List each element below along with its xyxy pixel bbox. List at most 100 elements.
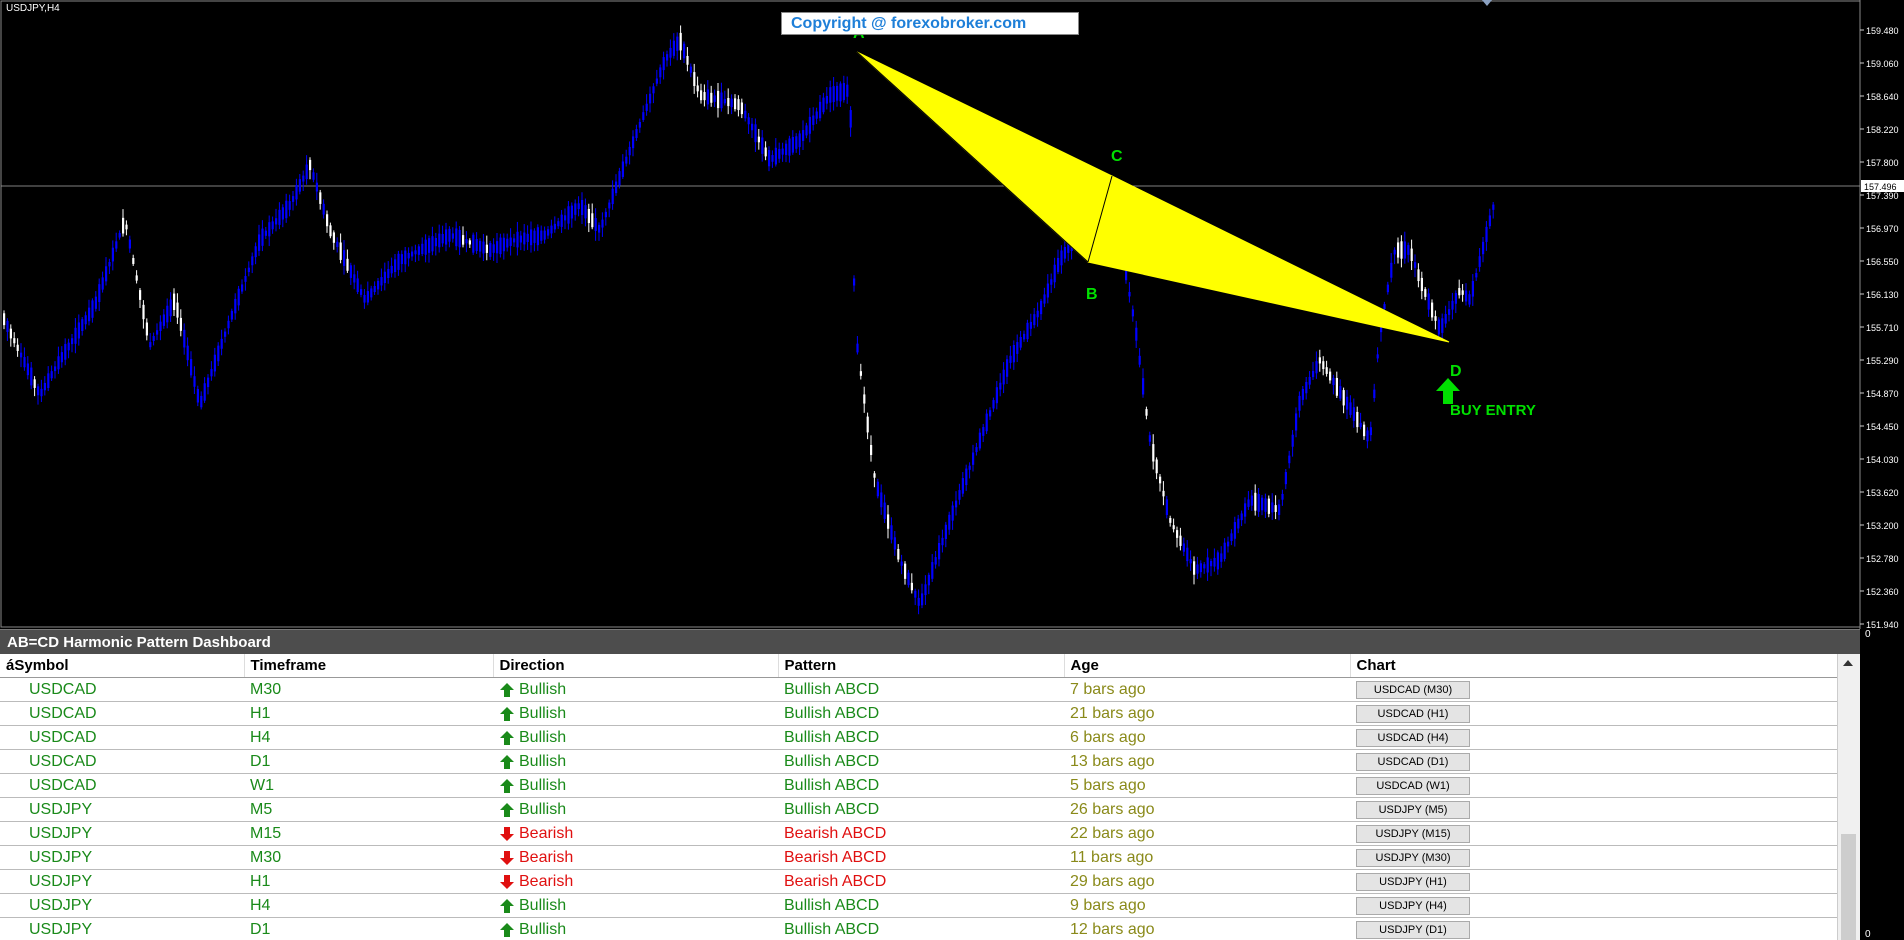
table-row: USDCAD H1 Bullish Bullish ABCD 21 bars ago US… [0,701,1838,726]
candle-body [468,240,471,245]
open-chart-button[interactable]: USDCAD (H4) [1356,729,1470,747]
candle-body [516,231,519,248]
candle-body [1356,411,1359,428]
candle-body [887,514,890,529]
candle-body [621,161,624,177]
price-chart[interactable]: 159.480 159.060 158.640 158.220 157.800 157.3… [0,0,1904,629]
candle-body [445,229,448,245]
cell-age: 29 bars ago [1064,869,1350,894]
point-c-label: C [1111,148,1123,165]
open-chart-button[interactable]: USDJPY (H1) [1356,873,1470,891]
candle-body [1230,533,1233,542]
open-chart-button[interactable]: USDJPY (D1) [1356,921,1470,939]
candle-body [530,229,533,246]
table-header-row: áSymbol Timeframe Direction Pattern Age … [0,654,1839,678]
cell-chart: USDCAD (H4) [1350,725,1838,750]
candle-body [1142,378,1145,395]
candle-body [995,387,998,404]
candlestick-chart-canvas[interactable]: 159.480 159.060 158.640 158.220 157.800 157.3… [0,0,1904,629]
candle-body [989,410,992,417]
candle-body [662,57,665,71]
candle-body [1213,557,1216,567]
open-chart-button[interactable]: USDJPY (M15) [1356,825,1470,843]
candle-body [149,342,152,348]
cell-symbol: USDJPY [0,845,244,870]
candle-body [1223,542,1226,559]
candle-body [873,473,876,478]
price-level-label: 156.130 [1866,290,1899,300]
cell-chart: USDJPY (M5) [1350,797,1838,822]
candle-body [475,239,478,251]
candle-body [1159,476,1162,484]
candle-body [30,367,33,386]
scrollbar-thumb[interactable] [1841,834,1856,940]
candle-body [672,40,675,56]
column-header-timeframe[interactable]: Timeframe [244,654,494,678]
cell-pattern: Bullish ABCD [778,893,1064,918]
candle-body [632,136,635,149]
candle-body [77,322,80,339]
candle-body [1461,290,1464,295]
candle-body [271,221,274,230]
column-header-direction[interactable]: Direction [493,654,779,678]
candle-body [1366,430,1369,442]
candle-body [1288,455,1291,464]
candle-body [159,321,162,331]
candle-body [152,336,155,341]
candle-body [101,277,104,290]
candle-body [866,416,869,433]
candle-body [1390,262,1393,278]
open-chart-button[interactable]: USDJPY (M5) [1356,801,1470,819]
candle-body [1359,422,1362,428]
candle-body [1057,257,1060,273]
open-chart-button[interactable]: USDCAD (M30) [1356,681,1470,699]
price-level-label: 157.800 [1866,158,1899,168]
candle-body [1148,435,1151,442]
table-row: USDJPY M15 Bearish Bearish ABCD 22 bars ago U… [0,821,1838,846]
column-header-pattern[interactable]: Pattern [778,654,1065,678]
open-chart-button[interactable]: USDCAD (W1) [1356,777,1470,795]
candle-body [914,590,917,598]
cell-symbol: USDCAD [0,773,244,798]
scroll-up-icon[interactable] [1843,660,1853,666]
candle-body [125,224,128,230]
price-level-label: 154.870 [1866,389,1899,399]
candle-body [1318,357,1321,364]
candle-body [523,232,526,245]
candle-body [1437,319,1440,335]
column-header-age[interactable]: Age [1064,654,1351,678]
candle-body [594,218,597,231]
cell-chart: USDCAD (H1) [1350,701,1838,726]
candle-body [1165,499,1168,516]
open-chart-button[interactable]: USDCAD (H1) [1356,705,1470,723]
candle-body [479,240,482,252]
candle-body [1485,226,1488,242]
candle-body [757,136,760,143]
candle-body [683,43,686,59]
direction-label: Bullish [519,920,567,938]
candle-body [166,305,169,323]
open-chart-button[interactable]: USDJPY (M30) [1356,849,1470,867]
open-chart-button[interactable]: USDCAD (D1) [1356,753,1470,771]
candle-body [513,238,516,243]
candle-body [761,137,764,154]
column-header-symbol[interactable]: áSymbol [0,654,245,678]
column-header-chart[interactable]: Chart [1350,654,1839,678]
candle-body [360,289,363,295]
direction-label: Bullish [519,680,567,698]
candle-body [951,505,954,521]
candle-body [1196,564,1199,574]
price-level-label: 154.030 [1866,455,1899,465]
candle-body [543,230,546,240]
candle-body [893,537,896,550]
candle-body [717,90,720,109]
dashboard-scrollbar[interactable] [1837,654,1860,940]
open-chart-button[interactable]: USDJPY (H4) [1356,897,1470,915]
candle-body [370,288,373,298]
candle-body [859,371,862,376]
candle-body [1451,300,1454,310]
chart-shift-marker-icon[interactable] [1482,0,1492,6]
candle-body [948,514,951,530]
candle-body [526,233,529,242]
candle-body [128,239,131,249]
